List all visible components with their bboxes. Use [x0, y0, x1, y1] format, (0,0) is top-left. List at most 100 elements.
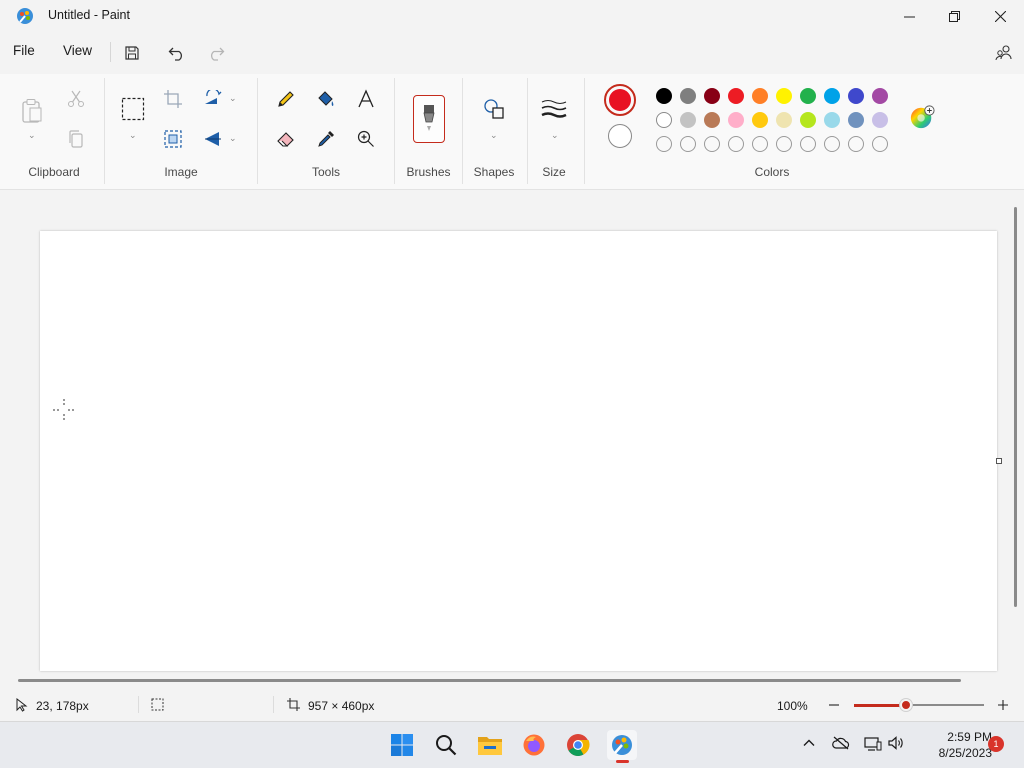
shapes-dropdown-icon[interactable]: ⌄ — [490, 130, 498, 141]
zoom-slider-track[interactable] — [854, 699, 984, 711]
redo-button[interactable] — [205, 42, 227, 64]
zoom-in-button[interactable] — [995, 696, 1011, 713]
notification-badge[interactable]: 1 — [988, 736, 1004, 752]
volume-icon[interactable] — [888, 736, 904, 750]
zoom-slider-thumb[interactable] — [900, 699, 912, 711]
palette-swatch[interactable] — [800, 112, 816, 128]
palette-swatch[interactable] — [776, 112, 792, 128]
close-button[interactable] — [977, 0, 1023, 32]
drawing-canvas[interactable] — [40, 231, 997, 671]
ribbon-separator — [104, 78, 105, 184]
undo-button[interactable] — [166, 42, 188, 64]
undo-icon — [168, 47, 183, 61]
custom-color-slot[interactable] — [848, 136, 864, 152]
custom-color-slot[interactable] — [656, 136, 672, 152]
chevron-up-icon[interactable] — [802, 736, 816, 750]
copy-button[interactable] — [63, 126, 89, 152]
fill-tool[interactable] — [313, 86, 339, 112]
primary-color-swatch — [609, 89, 631, 111]
custom-color-slot[interactable] — [680, 136, 696, 152]
palette-swatch[interactable] — [848, 112, 864, 128]
size-button[interactable] — [541, 96, 567, 122]
group-label-colors: Colors — [754, 165, 790, 179]
pencil-tool[interactable] — [273, 86, 299, 112]
resize-button[interactable] — [160, 126, 186, 152]
paint-taskbar-button[interactable] — [607, 730, 637, 763]
palette-swatch[interactable] — [704, 112, 720, 128]
select-dropdown-icon[interactable]: ⌄ — [129, 130, 137, 141]
custom-color-slot[interactable] — [824, 136, 840, 152]
palette-swatch[interactable] — [824, 112, 840, 128]
cursor-position: 23, 178px — [36, 699, 89, 713]
flip-button[interactable] — [200, 126, 226, 152]
custom-color-slot[interactable] — [728, 136, 744, 152]
start-button[interactable] — [387, 730, 417, 760]
brushes-button[interactable] — [413, 95, 445, 143]
palette-swatch[interactable] — [752, 88, 768, 104]
file-explorer-button[interactable] — [475, 730, 505, 760]
palette-swatch[interactable] — [728, 112, 744, 128]
maximize-button[interactable] — [931, 0, 977, 32]
account-button[interactable] — [993, 42, 1015, 64]
clock-date: 8/25/2023 — [938, 746, 992, 760]
status-bar: 23, 178px 957 × 460px 100% — [0, 688, 1024, 721]
zoom-out-button[interactable] — [827, 696, 841, 713]
palette-swatch[interactable] — [800, 88, 816, 104]
network-icon[interactable] — [864, 736, 882, 751]
rotate-button[interactable] — [200, 86, 226, 112]
paste-icon — [22, 99, 42, 123]
secondary-color-selector[interactable] — [608, 124, 632, 148]
select-button[interactable] — [120, 96, 146, 122]
crop-button[interactable] — [160, 86, 186, 112]
size-dropdown-icon[interactable]: ⌄ — [551, 130, 559, 141]
custom-color-slot[interactable] — [704, 136, 720, 152]
palette-swatch[interactable] — [824, 88, 840, 104]
palette-swatch[interactable] — [680, 112, 696, 128]
chrome-button[interactable] — [563, 730, 593, 760]
palette-swatch[interactable] — [704, 88, 720, 104]
palette-swatch[interactable] — [728, 88, 744, 104]
plus-icon — [998, 699, 1008, 710]
eyedropper-icon — [318, 131, 334, 147]
vertical-scrollbar[interactable] — [1014, 207, 1017, 607]
rotate-dropdown-icon[interactable]: ⌄ — [229, 93, 237, 104]
edit-colors-button[interactable] — [909, 104, 935, 130]
window-title: Untitled - Paint — [48, 8, 130, 22]
menu-view[interactable]: View — [63, 43, 92, 58]
firefox-button[interactable] — [519, 730, 549, 760]
system-clock[interactable]: 2:59 PM 8/25/2023 — [906, 729, 992, 761]
eraser-tool[interactable] — [273, 126, 299, 152]
canvas-resize-handle[interactable] — [996, 458, 1002, 464]
people-icon — [995, 45, 1012, 61]
close-icon — [994, 10, 1006, 22]
menu-file[interactable]: File — [13, 43, 35, 58]
paste-button[interactable] — [19, 96, 45, 126]
palette-swatch[interactable] — [776, 88, 792, 104]
custom-color-slot[interactable] — [872, 136, 888, 152]
palette-swatch[interactable] — [872, 112, 888, 128]
text-tool[interactable] — [353, 86, 379, 112]
custom-color-slot[interactable] — [800, 136, 816, 152]
magnifier-tool[interactable] — [353, 126, 379, 152]
flip-dropdown-icon[interactable]: ⌄ — [229, 133, 237, 144]
palette-swatch[interactable] — [872, 88, 888, 104]
palette-swatch[interactable] — [680, 88, 696, 104]
paste-dropdown-icon[interactable]: ⌄ — [28, 130, 36, 141]
firefox-icon — [523, 734, 545, 756]
custom-color-slot[interactable] — [752, 136, 768, 152]
palette-swatch[interactable] — [656, 112, 672, 128]
cut-button[interactable] — [63, 86, 89, 112]
shapes-button[interactable] — [481, 96, 507, 122]
status-separator — [138, 696, 139, 713]
palette-swatch[interactable] — [848, 88, 864, 104]
color-picker-tool[interactable] — [313, 126, 339, 152]
search-button[interactable] — [431, 730, 461, 760]
primary-color-selector[interactable] — [604, 84, 636, 116]
custom-color-slot[interactable] — [776, 136, 792, 152]
horizontal-scrollbar[interactable] — [18, 679, 961, 682]
save-button[interactable] — [121, 42, 143, 64]
palette-swatch[interactable] — [752, 112, 768, 128]
onedrive-offline-icon[interactable] — [832, 736, 850, 750]
minimize-button[interactable] — [886, 0, 932, 32]
palette-swatch[interactable] — [656, 88, 672, 104]
